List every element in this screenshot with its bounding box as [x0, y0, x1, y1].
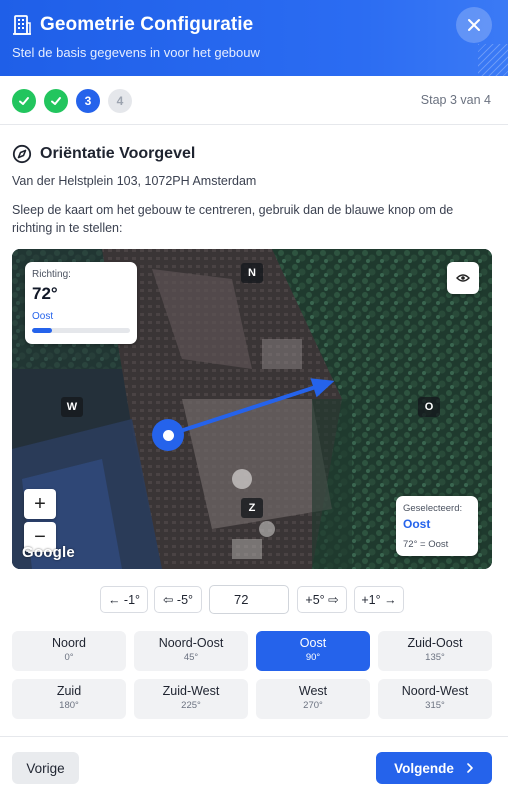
- close-button[interactable]: [456, 7, 492, 43]
- compass-north: N: [241, 263, 263, 283]
- direction-option-zuid-west[interactable]: Zuid-West 225°: [134, 679, 248, 719]
- check-icon: [51, 97, 61, 105]
- option-degrees: 135°: [425, 652, 445, 663]
- direction-option-noord-oost[interactable]: Noord-Oost 45°: [134, 631, 248, 671]
- minus-1-button[interactable]: ← -1°: [100, 586, 148, 613]
- option-degrees: 90°: [305, 652, 321, 663]
- modal-title: Geometrie Configuratie: [40, 14, 254, 35]
- compass-icon: [12, 144, 32, 164]
- direction-label: Richting:: [32, 269, 71, 280]
- next-button-label: Volgende: [394, 760, 454, 776]
- step-2-complete: [44, 89, 68, 113]
- direction-name: Oost: [32, 311, 54, 322]
- section-title: Oriëntatie Voorgevel: [40, 145, 196, 162]
- option-degrees: 45°: [183, 652, 199, 663]
- compass-west: W: [61, 397, 83, 417]
- google-attribution: Google: [22, 544, 75, 561]
- direction-option-zuid-oost[interactable]: Zuid-Oost 135°: [378, 631, 492, 671]
- angle-input[interactable]: [209, 585, 289, 614]
- step-progress-text: Stap 3 van 4: [420, 93, 491, 107]
- step-1-complete: [12, 89, 36, 113]
- option-name: Zuid-Oost: [407, 636, 463, 650]
- direction-option-noord[interactable]: Noord 0°: [12, 631, 126, 671]
- footer-divider: [0, 736, 508, 737]
- direction-value: 72°: [32, 284, 58, 303]
- plus-5-button[interactable]: +5° ⇨: [297, 586, 347, 613]
- direction-progress-fill: [32, 328, 52, 333]
- zoom-in-button[interactable]: +: [24, 489, 56, 519]
- selected-direction-card: Geselecteerd: Oost 72° = Oost: [396, 496, 478, 556]
- direction-card: Richting: 72° Oost: [25, 262, 137, 344]
- step-3-active: 3: [76, 89, 100, 113]
- building-address: Van der Helstplein 103, 1072PH Amsterdam: [12, 174, 257, 188]
- direction-option-west[interactable]: West 270°: [256, 679, 370, 719]
- option-name: Noord: [51, 636, 87, 650]
- option-degrees: 225°: [181, 700, 201, 711]
- step-4-pending: 4: [108, 89, 132, 113]
- previous-button[interactable]: Vorige: [12, 752, 79, 784]
- close-icon: [468, 19, 480, 31]
- toggle-view-button[interactable]: [447, 262, 479, 294]
- selected-label: Geselecteerd:: [403, 503, 463, 514]
- selected-equation: 72° = Oost: [403, 539, 449, 550]
- header-decoration: [478, 44, 508, 76]
- compass-east: O: [418, 397, 440, 417]
- building-icon: [13, 15, 31, 35]
- minus-5-button[interactable]: ⇦ -5°: [154, 586, 202, 613]
- option-name: Noord-Oost: [158, 636, 224, 650]
- option-name: West: [298, 684, 328, 698]
- modal-header: Geometrie Configuratie Stel de basis geg…: [0, 0, 508, 76]
- handle-dot: [162, 429, 174, 441]
- compass-south: Z: [241, 498, 263, 518]
- direction-option-noord-west[interactable]: Noord-West 315°: [378, 679, 492, 719]
- orientation-handle[interactable]: [152, 419, 184, 451]
- step-indicator: 3 4 Stap 3 van 4: [0, 76, 508, 125]
- selected-name: Oost: [403, 517, 431, 531]
- eye-icon: [456, 274, 470, 282]
- option-degrees: 0°: [64, 652, 74, 663]
- option-name: Oost: [299, 636, 327, 650]
- direction-option-zuid[interactable]: Zuid 180°: [12, 679, 126, 719]
- option-degrees: 180°: [59, 700, 79, 711]
- option-name: Zuid-West: [162, 684, 220, 698]
- direction-option-oost[interactable]: Oost 90°: [256, 631, 370, 671]
- option-degrees: 270°: [303, 700, 323, 711]
- satellite-map[interactable]: N W O Z Richting: 72° Oost + − Geselecte…: [12, 249, 492, 569]
- option-degrees: 315°: [425, 700, 445, 711]
- plus-1-button[interactable]: +1° →: [354, 586, 404, 613]
- option-name: Zuid: [56, 684, 82, 698]
- chevron-right-icon: [467, 763, 473, 773]
- next-button[interactable]: Volgende: [376, 752, 492, 784]
- check-icon: [19, 97, 29, 105]
- instructions-text: Sleep de kaart om het gebouw te centrere…: [12, 203, 454, 235]
- option-name: Noord-West: [401, 684, 469, 698]
- direction-progress: [32, 328, 130, 333]
- modal-subtitle: Stel de basis gegevens in voor het gebou…: [12, 45, 260, 60]
